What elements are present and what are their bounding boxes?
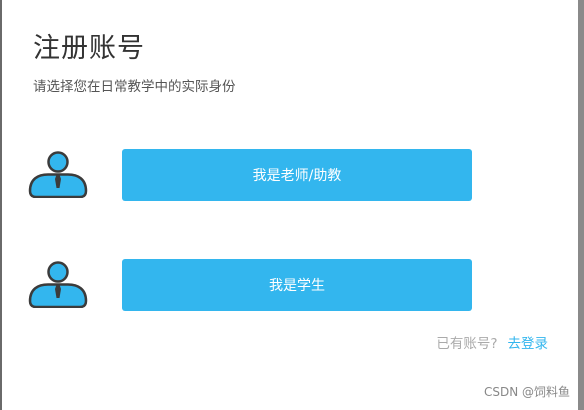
dialog-left-edge: [0, 0, 2, 410]
page-title: 注册账号: [33, 33, 145, 64]
teacher-user-icon: [26, 150, 90, 198]
watermark: CSDN @饲料鱼: [483, 385, 570, 399]
student-role-button[interactable]: 我是学生: [122, 259, 472, 311]
student-user-icon: [26, 260, 90, 308]
login-prompt: 已有账号?: [436, 336, 498, 352]
dialog-right-edge: [578, 0, 584, 410]
login-row: 已有账号? 去登录: [436, 332, 548, 352]
teacher-role-button[interactable]: 我是老师/助教: [122, 149, 472, 201]
page-subtitle: 请选择您在日常教学中的实际身份: [33, 79, 236, 95]
login-link[interactable]: 去登录: [508, 336, 549, 352]
register-dialog: 注册账号 请选择您在日常教学中的实际身份 我是老师/助教 我是学生 已有账号? 去…: [0, 0, 584, 410]
